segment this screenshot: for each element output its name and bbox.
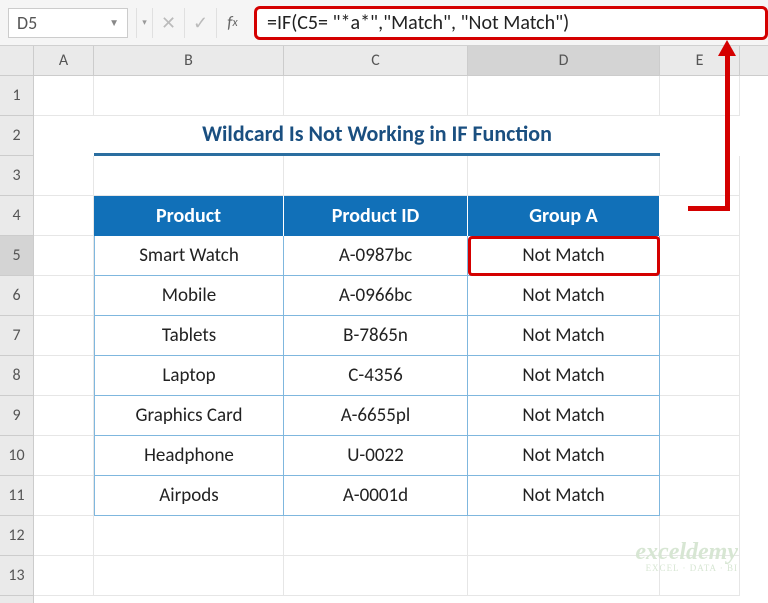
- row-header-6[interactable]: 6: [0, 276, 33, 316]
- grid: 1 2 3 4 5 6 7 8 9 10 11 12 13 A B C D E …: [0, 46, 768, 603]
- watermark-tag: EXCEL · DATA · BI: [635, 564, 738, 573]
- cancel-icon[interactable]: ✕: [152, 8, 184, 38]
- row-header-10[interactable]: 10: [0, 436, 33, 476]
- row-headers: 1 2 3 4 5 6 7 8 9 10 11 12 13: [0, 46, 34, 603]
- row-header-5[interactable]: 5: [0, 236, 33, 276]
- header-groupa: Group A: [468, 196, 660, 236]
- cell-product[interactable]: Graphics Card: [94, 396, 284, 436]
- header-productid: Product ID: [284, 196, 468, 236]
- col-header-D[interactable]: D: [468, 46, 660, 75]
- row-header-2[interactable]: 2: [0, 116, 33, 156]
- row-header-4[interactable]: 4: [0, 196, 33, 236]
- cell-productid[interactable]: A-0987bc: [284, 236, 468, 276]
- col-header-C[interactable]: C: [284, 46, 468, 75]
- cell-groupa[interactable]: Not Match: [468, 436, 660, 476]
- cell-product[interactable]: Mobile: [94, 276, 284, 316]
- watermark-name: exceldemy: [635, 539, 738, 565]
- column-headers: A B C D E: [34, 46, 768, 76]
- row-header-12[interactable]: 12: [0, 516, 33, 556]
- row-header-8[interactable]: 8: [0, 356, 33, 396]
- watermark: exceldemy EXCEL · DATA · BI: [635, 540, 738, 573]
- select-all-corner[interactable]: [0, 46, 33, 76]
- cell-productid[interactable]: A-6655pl: [284, 396, 468, 436]
- row-header-1[interactable]: 1: [0, 76, 33, 116]
- formula-bar: D5 ▼ ✕ ✓ fx =IF(C5= "*a*","Match", "Not …: [0, 0, 768, 46]
- table-row: Smart Watch A-0987bc Not Match: [34, 236, 768, 276]
- cell-productid[interactable]: B-7865n: [284, 316, 468, 356]
- chevron-down-icon[interactable]: ▼: [109, 16, 119, 29]
- col-header-A[interactable]: A: [34, 46, 94, 75]
- row-header-11[interactable]: 11: [0, 476, 33, 516]
- header-product: Product: [94, 196, 284, 236]
- cell-product[interactable]: Airpods: [94, 476, 284, 516]
- enter-icon[interactable]: ✓: [184, 8, 216, 38]
- table-row: Airpods A-0001d Not Match: [34, 476, 768, 516]
- cell-groupa[interactable]: Not Match: [468, 236, 660, 276]
- table-row: Mobile A-0966bc Not Match: [34, 276, 768, 316]
- cell-productid[interactable]: C-4356: [284, 356, 468, 396]
- row-header-3[interactable]: 3: [0, 156, 33, 196]
- cell-product[interactable]: Smart Watch: [94, 236, 284, 276]
- fx-icon[interactable]: fx: [216, 8, 248, 38]
- cell-groupa[interactable]: Not Match: [468, 276, 660, 316]
- cell-groupa[interactable]: Not Match: [468, 316, 660, 356]
- table-header: Product Product ID Group A: [34, 196, 768, 236]
- name-box-value: D5: [17, 12, 37, 34]
- cell-groupa[interactable]: Not Match: [468, 356, 660, 396]
- cell-product[interactable]: Laptop: [94, 356, 284, 396]
- cell-productid[interactable]: U-0022: [284, 436, 468, 476]
- cell-groupa[interactable]: Not Match: [468, 396, 660, 436]
- table-row: Tablets B-7865n Not Match: [34, 316, 768, 356]
- col-header-E[interactable]: E: [660, 46, 740, 75]
- cell-productid[interactable]: A-0001d: [284, 476, 468, 516]
- cell-productid[interactable]: A-0966bc: [284, 276, 468, 316]
- name-box[interactable]: D5 ▼: [8, 8, 128, 38]
- table-row: Laptop C-4356 Not Match: [34, 356, 768, 396]
- cell-product[interactable]: Headphone: [94, 436, 284, 476]
- row-header-7[interactable]: 7: [0, 316, 33, 356]
- page-title: Wildcard Is Not Working in IF Function: [94, 116, 660, 156]
- col-header-B[interactable]: B: [94, 46, 284, 75]
- formula-input[interactable]: =IF(C5= "*a*","Match", "Not Match"): [254, 6, 768, 40]
- row-header-9[interactable]: 9: [0, 396, 33, 436]
- expand-icon[interactable]: [136, 8, 152, 38]
- cells-area[interactable]: Wildcard Is Not Working in IF Function P…: [34, 76, 768, 603]
- row-header-13[interactable]: 13: [0, 556, 33, 596]
- formula-text: =IF(C5= "*a*","Match", "Not Match"): [267, 11, 569, 35]
- table-row: Graphics Card A-6655pl Not Match: [34, 396, 768, 436]
- cell-product[interactable]: Tablets: [94, 316, 284, 356]
- cell-groupa[interactable]: Not Match: [468, 476, 660, 516]
- table-row: Headphone U-0022 Not Match: [34, 436, 768, 476]
